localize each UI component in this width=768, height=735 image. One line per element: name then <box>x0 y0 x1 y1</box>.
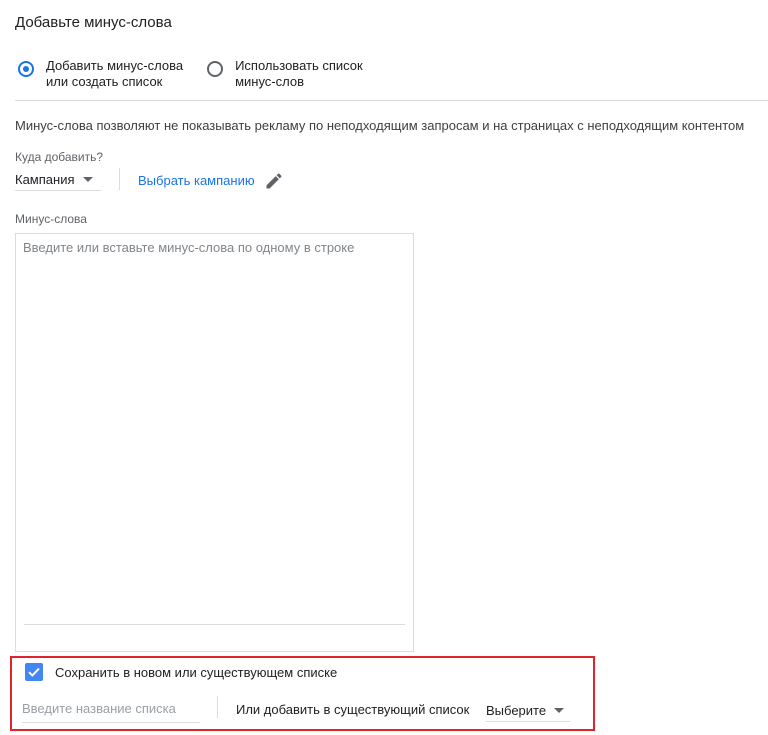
target-label: Куда добавить? <box>15 150 104 164</box>
divider <box>15 100 768 101</box>
target-select-value: Кампания <box>15 171 75 187</box>
page-title: Добавьте минус-слова <box>15 14 172 31</box>
radio-use-list-label: Использовать список минус-слов <box>235 58 363 89</box>
vertical-divider <box>119 168 120 190</box>
list-name-field <box>22 700 200 723</box>
keywords-underline <box>24 624 405 625</box>
vertical-divider <box>217 696 218 718</box>
radio-use-list[interactable]: Использовать список минус-слов <box>205 58 363 90</box>
description-text: Минус-слова позволяют не показывать рекл… <box>15 118 745 133</box>
choose-campaign-link[interactable]: Выбрать кампанию <box>138 173 255 188</box>
pencil-icon[interactable] <box>264 171 284 191</box>
radio-add-keywords-label: Добавить минус-слова или создать список <box>46 58 184 89</box>
radio-unchecked-icon <box>207 60 224 77</box>
existing-list-select[interactable]: Выберите <box>486 699 570 722</box>
radio-checked-icon <box>18 60 34 77</box>
dropdown-caret-icon <box>554 707 565 713</box>
existing-list-select-value: Выберите <box>486 702 547 718</box>
keywords-label: Минус-слова <box>15 212 87 226</box>
keywords-textarea[interactable] <box>23 240 403 620</box>
mode-radio-group: Добавить минус-слова или создать список … <box>16 58 363 90</box>
save-list-label: Сохранить в новом или существующем списк… <box>55 665 338 680</box>
existing-list-label: Или добавить в существующий список <box>236 702 470 717</box>
negative-keywords-panel: Добавьте минус-слова Добавить минус-слов… <box>0 0 768 735</box>
save-list-checkbox[interactable] <box>25 663 43 681</box>
keywords-box <box>15 233 414 652</box>
checkmark-icon <box>28 667 40 677</box>
radio-add-keywords[interactable]: Добавить минус-слова или создать список <box>16 58 183 90</box>
target-select[interactable]: Кампания <box>15 168 101 191</box>
list-name-input[interactable] <box>22 701 200 716</box>
dropdown-caret-icon <box>82 176 93 182</box>
